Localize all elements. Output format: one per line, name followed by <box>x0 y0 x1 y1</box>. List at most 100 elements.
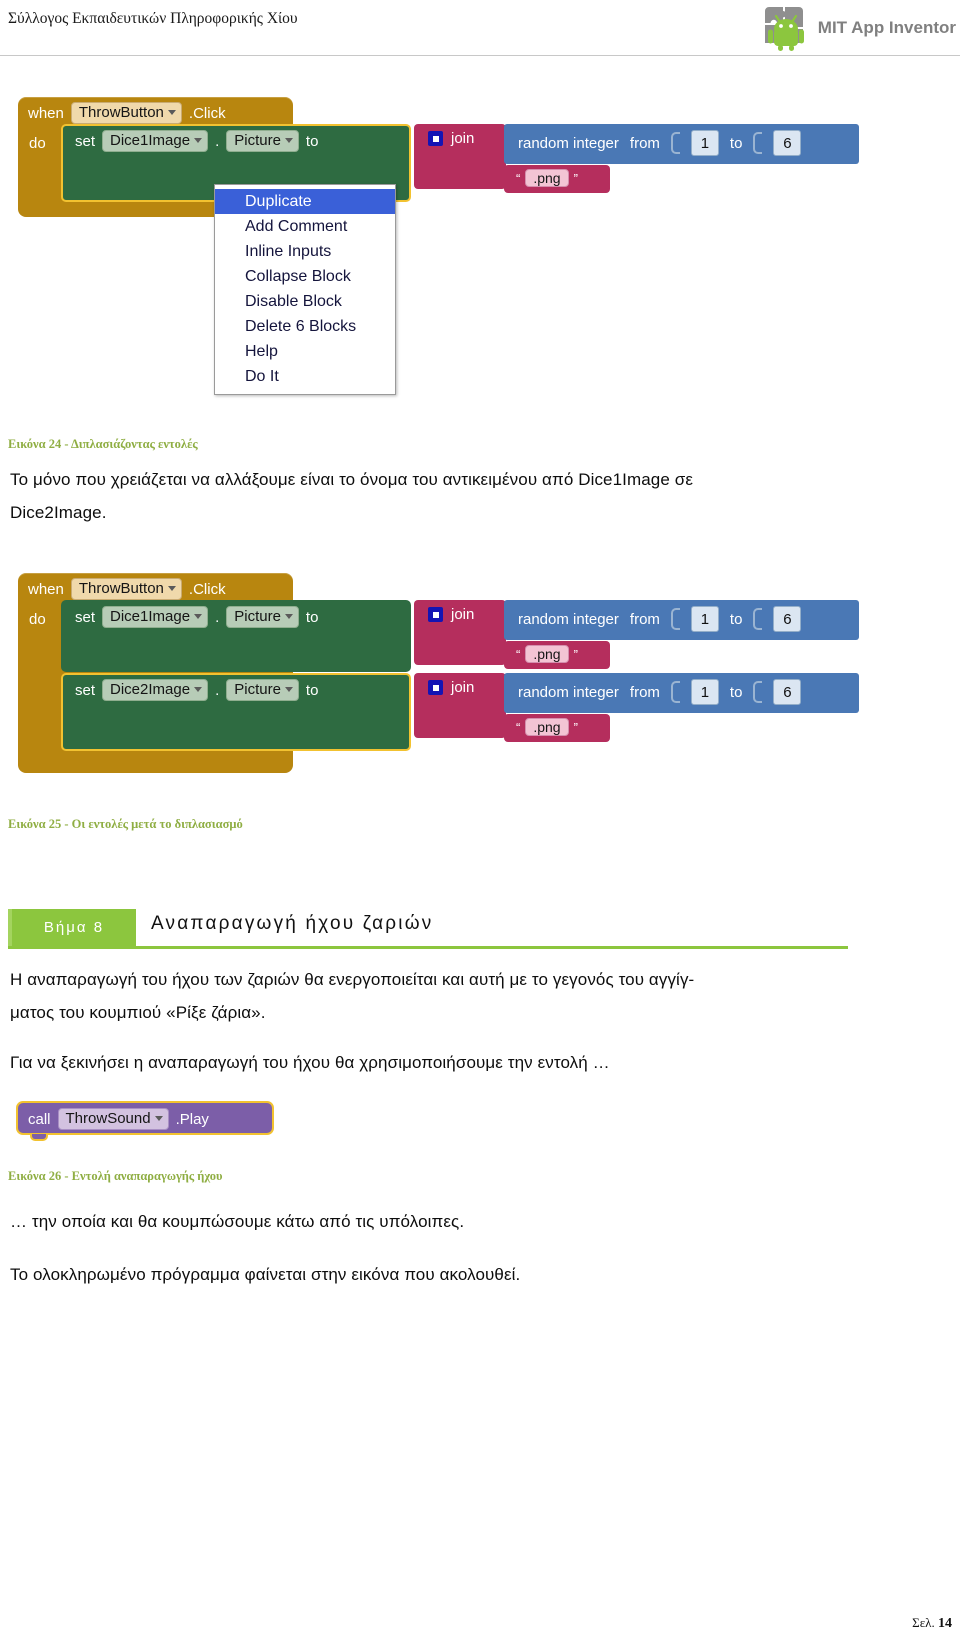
number-field-to[interactable]: 6 <box>773 679 802 705</box>
random-integer-row: random integer from 1 to 6 <box>518 130 802 156</box>
from-label: from <box>629 134 660 152</box>
paragraph-line: Για να ξεκινήσει η αναπαραγωγή του ήχου … <box>10 1053 610 1072</box>
join-block[interactable]: join <box>414 600 506 665</box>
component-dropdown-throwbutton[interactable]: ThrowButton <box>70 578 182 600</box>
random-integer-row: random integer from 1 to 6 <box>518 606 802 632</box>
join-block[interactable]: join <box>414 673 506 738</box>
number-field-from[interactable]: 1 <box>690 679 719 705</box>
string-png-block[interactable]: “ .png ” <box>504 714 610 742</box>
property-dropdown-picture[interactable]: Picture <box>226 679 299 701</box>
step-8-heading: Βήμα 8 Αναπαραγωγή ήχου ζαριών <box>8 909 848 951</box>
chevron-down-icon <box>284 138 293 143</box>
android-puzzle-logo-icon <box>757 5 813 51</box>
do-label: do <box>29 611 46 628</box>
mutator-icon[interactable] <box>428 680 443 695</box>
number-field-from[interactable]: 1 <box>690 130 719 156</box>
set-dice1image-picture-block[interactable]: set Dice1Image . Picture to <box>61 600 411 672</box>
step-heading-underline <box>8 946 848 949</box>
call-block-row: call ThrowSound .Play <box>28 1108 209 1130</box>
property-dropdown-picture[interactable]: Picture <box>226 606 299 628</box>
figure-24-caption: Εικόνα 24 - Διπλασιάζοντας εντολές <box>8 437 198 451</box>
socket-from <box>670 681 680 703</box>
number-field-from[interactable]: 1 <box>690 606 719 632</box>
component-name: ThrowButton <box>78 580 164 597</box>
random-integer-block[interactable]: random integer from 1 to 6 <box>504 673 859 713</box>
paragraph-attach-below: … την οποία και θα κουμπώσουμε κάτω από … <box>10 1205 860 1238</box>
number-field-to[interactable]: 6 <box>773 130 802 156</box>
context-menu-item-add-comment[interactable]: Add Comment <box>215 214 395 239</box>
block-context-menu[interactable]: Duplicate Add Comment Inline Inputs Coll… <box>214 184 396 395</box>
chevron-down-icon <box>154 1116 163 1121</box>
property-dropdown-picture[interactable]: Picture <box>226 130 299 152</box>
set-block-row: set Dice2Image . Picture to <box>75 679 318 701</box>
component-name: Dice2Image <box>110 681 191 698</box>
paragraph-play-command-intro: Για να ξεκινήσει η αναπαραγωγή του ήχου … <box>10 1046 860 1079</box>
context-menu-item-do-it[interactable]: Do It <box>215 364 395 389</box>
context-menu-item-collapse-block[interactable]: Collapse Block <box>215 264 395 289</box>
set-dice2image-picture-block[interactable]: set Dice2Image . Picture to <box>61 673 411 751</box>
component-dropdown-throwsound[interactable]: ThrowSound <box>57 1108 169 1130</box>
paragraph-line: Dice2Image. <box>10 503 107 522</box>
page-footer: Σελ. 14 <box>912 1615 952 1632</box>
chevron-down-icon <box>194 614 203 619</box>
random-integer-label: random integer <box>518 134 619 152</box>
step-badge-label: Βήμα 8 <box>43 919 105 936</box>
page-number: 14 <box>938 1616 952 1631</box>
context-menu-item-delete-blocks[interactable]: Delete 6 Blocks <box>215 314 395 339</box>
join-block[interactable]: join <box>414 124 506 189</box>
when-block-header: when ThrowButton .Click <box>28 102 226 124</box>
to-label: to <box>729 610 743 628</box>
to-label: to <box>729 134 743 152</box>
string-png-block[interactable]: “ .png ” <box>504 641 610 669</box>
paragraph-line: … την οποία και θα κουμπώσουμε κάτω από … <box>10 1212 465 1231</box>
header-organization-title: Σύλλογος Εκπαιδευτικών Πληροφορικής Χίου <box>8 10 298 27</box>
context-menu-item-inline-inputs[interactable]: Inline Inputs <box>215 239 395 264</box>
set-block-row: set Dice1Image . Picture to <box>75 606 318 628</box>
figure-25-caption: Εικόνα 25 - Οι εντολές μετά το διπλασιασ… <box>8 817 243 831</box>
header-divider <box>0 55 960 56</box>
component-dropdown-throwbutton[interactable]: ThrowButton <box>70 102 182 124</box>
random-integer-block[interactable]: random integer from 1 to 6 <box>504 600 859 640</box>
socket-from <box>670 608 680 630</box>
from-label: from <box>629 683 660 701</box>
join-label: join <box>451 679 475 696</box>
string-value-field[interactable]: .png <box>525 718 569 736</box>
join-block-header: join <box>428 130 474 147</box>
component-dropdown-dice2image[interactable]: Dice2Image <box>102 679 209 701</box>
event-name: .Click <box>188 580 226 598</box>
chevron-down-icon <box>167 586 176 591</box>
string-block-row: “ .png ” <box>516 718 578 736</box>
dot-separator: . <box>215 608 220 626</box>
method-name: .Play <box>175 1110 209 1128</box>
string-value-field[interactable]: .png <box>525 645 569 663</box>
mutator-icon[interactable] <box>428 607 443 622</box>
number-field-to[interactable]: 6 <box>773 606 802 632</box>
set-label: set <box>75 608 96 626</box>
paragraph-change-object-name: Το μόνο που χρειάζεται να αλλάξουμε είνα… <box>10 463 860 529</box>
socket-to <box>753 681 763 703</box>
string-value-field[interactable]: .png <box>525 169 569 187</box>
chevron-down-icon <box>167 110 176 115</box>
component-dropdown-dice1image[interactable]: Dice1Image <box>102 130 209 152</box>
when-block-header: when ThrowButton .Click <box>28 578 226 600</box>
chevron-down-icon <box>194 687 203 692</box>
socket-to <box>753 132 763 154</box>
quote-open: “ <box>516 646 521 662</box>
block-bottom-notch <box>30 1134 48 1141</box>
property-name: Picture <box>234 132 281 149</box>
component-dropdown-dice1image[interactable]: Dice1Image <box>102 606 209 628</box>
quote-close: ” <box>573 646 578 662</box>
from-label: from <box>629 610 660 628</box>
figure-26-caption: Εικόνα 26 - Εντολή αναπαραγωγής ήχου <box>8 1169 223 1183</box>
step-title: Αναπαραγωγή ήχου ζαριών <box>151 913 434 934</box>
context-menu-item-disable-block[interactable]: Disable Block <box>215 289 395 314</box>
when-label: when <box>28 104 64 122</box>
context-menu-item-duplicate[interactable]: Duplicate <box>215 189 395 214</box>
join-block-header: join <box>428 606 474 623</box>
page-label: Σελ. <box>912 1615 938 1630</box>
mutator-icon[interactable] <box>428 131 443 146</box>
call-throwsound-play-block[interactable]: call ThrowSound .Play <box>16 1101 274 1135</box>
random-integer-block[interactable]: random integer from 1 to 6 <box>504 124 859 164</box>
string-png-block[interactable]: “ .png ” <box>504 165 610 193</box>
context-menu-item-help[interactable]: Help <box>215 339 395 364</box>
